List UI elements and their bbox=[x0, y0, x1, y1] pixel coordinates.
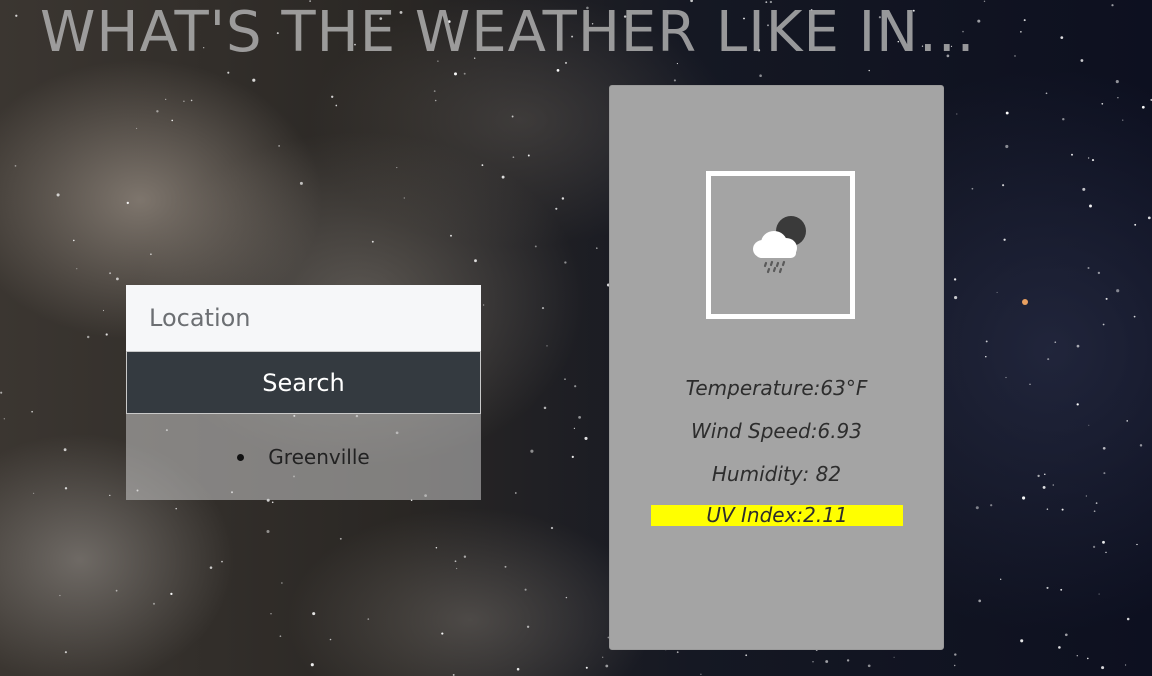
uv-index-badge: UV Index:2.11 bbox=[651, 505, 903, 526]
search-history-list: Greenville bbox=[126, 414, 481, 500]
page-title: WHAT'S THE WEATHER LIKE IN... bbox=[40, 0, 976, 65]
location-input[interactable] bbox=[126, 285, 481, 351]
search-button[interactable]: Search bbox=[126, 351, 481, 414]
wind-speed-text: Wind Speed:6.93 bbox=[690, 419, 863, 443]
search-panel: Search Greenville bbox=[126, 285, 481, 500]
weather-card: Temperature:63°F Wind Speed:6.93 Humidit… bbox=[609, 85, 944, 650]
history-item[interactable]: Greenville bbox=[237, 445, 370, 469]
bullet-icon bbox=[237, 453, 245, 461]
temperature-text: Temperature:63°F bbox=[685, 376, 868, 400]
rain-cloud-night-icon bbox=[741, 203, 821, 287]
history-item-label: Greenville bbox=[268, 445, 370, 469]
humidity-text: Humidity: 82 bbox=[711, 462, 842, 486]
weather-icon-frame bbox=[706, 171, 855, 319]
